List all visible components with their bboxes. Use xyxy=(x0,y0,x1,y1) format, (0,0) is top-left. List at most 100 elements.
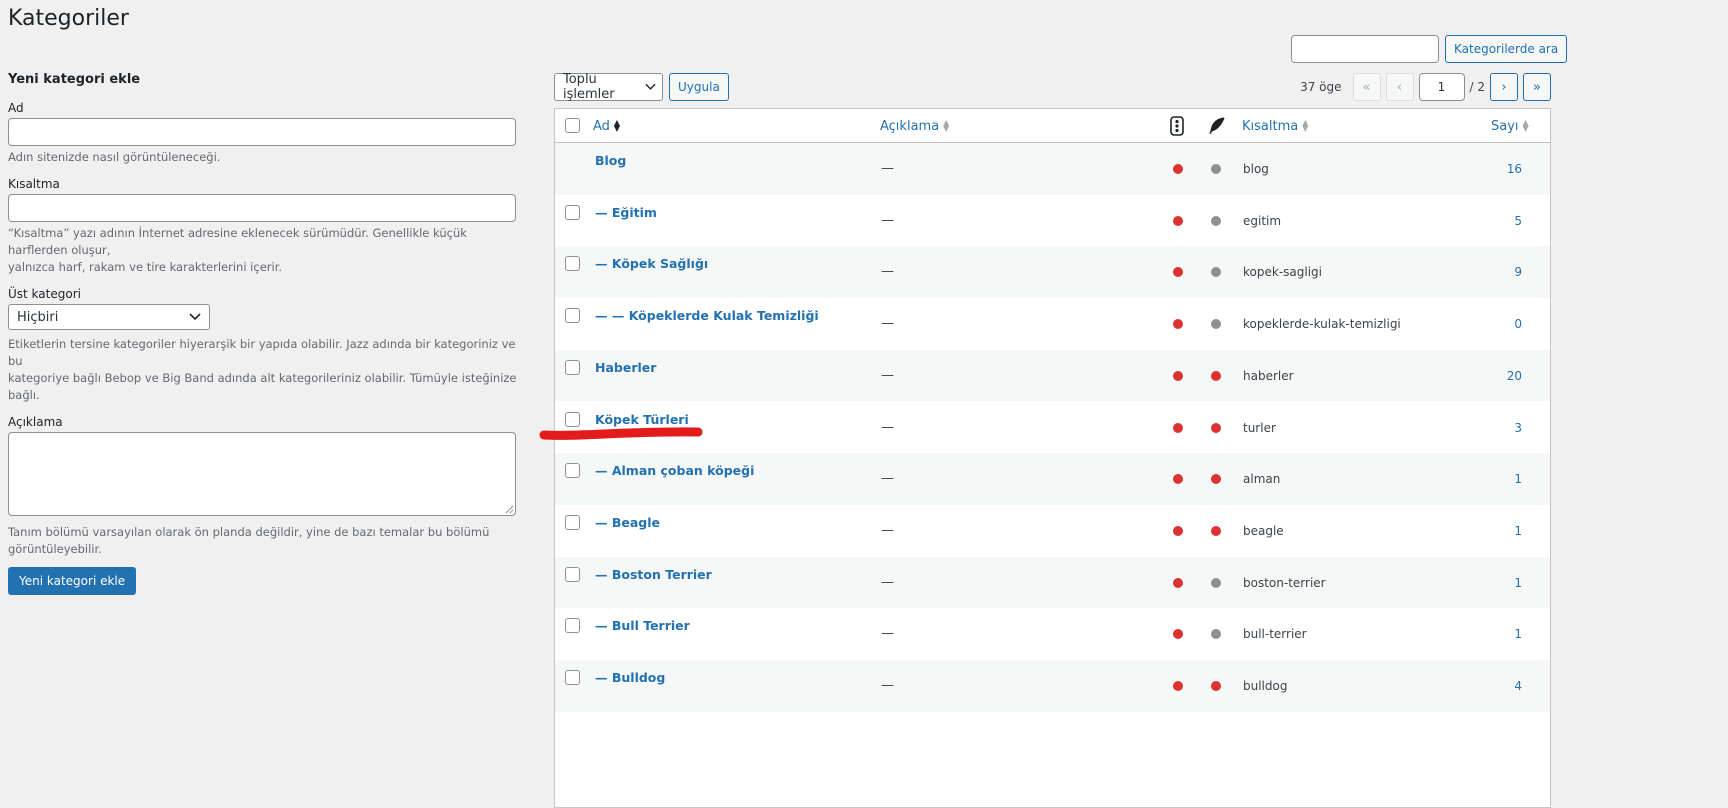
category-description: — xyxy=(881,471,894,487)
status-dot-1 xyxy=(1173,267,1183,278)
status-dot-1 xyxy=(1173,215,1183,226)
category-description: — xyxy=(881,678,894,693)
status-dot-2 xyxy=(1211,577,1221,588)
status-dot-1 xyxy=(1173,577,1183,588)
category-name-link[interactable]: — Bull Terrier xyxy=(595,618,690,633)
status-dot-2 xyxy=(1211,267,1221,278)
category-name-link[interactable]: — Eğitim xyxy=(595,205,657,220)
column-slug[interactable]: Kısaltma ▲ ▼ xyxy=(1242,109,1308,143)
row-checkbox[interactable] xyxy=(565,463,580,479)
name-input[interactable] xyxy=(8,118,516,146)
search-button[interactable]: Kategorilerde ara xyxy=(1445,35,1568,63)
row-checkbox[interactable] xyxy=(565,256,580,272)
table-row: — Bulldog — bulldog 4 xyxy=(555,660,1550,712)
parent-select-value: Hiçbiri xyxy=(17,309,59,325)
category-name-link[interactable]: — — Köpeklerde Kulak Temizliği xyxy=(595,308,819,323)
category-slug: blog xyxy=(1243,162,1269,176)
category-slug: egitim xyxy=(1243,213,1282,228)
column-name-label: Ad xyxy=(593,118,610,134)
category-count-link[interactable]: 5 xyxy=(1514,214,1522,228)
category-description: — xyxy=(881,316,894,332)
row-checkbox[interactable] xyxy=(565,359,580,375)
table-row: — Boston Terrier — boston-terrier 1 xyxy=(555,556,1550,609)
category-count-link[interactable]: 3 xyxy=(1514,421,1522,435)
search-input[interactable] xyxy=(1291,35,1439,63)
status-dot-2 xyxy=(1211,215,1221,226)
table-row: — Bull Terrier — bull-terrier 1 xyxy=(555,608,1550,660)
category-count-link[interactable]: 1 xyxy=(1514,524,1522,538)
category-description: — xyxy=(881,264,894,280)
category-description: — xyxy=(881,161,894,176)
select-all-checkbox[interactable] xyxy=(565,118,580,133)
category-description: — xyxy=(881,367,894,383)
category-count-link[interactable]: 20 xyxy=(1507,369,1522,383)
current-page-input[interactable]: 1 xyxy=(1418,73,1465,101)
resize-grip-icon[interactable] xyxy=(504,504,514,514)
table-row: — — Köpeklerde Kulak Temizliği — kopeklerd… xyxy=(555,298,1550,350)
row-checkbox[interactable] xyxy=(565,566,580,582)
prev-page-button: ‹ xyxy=(1385,73,1414,101)
table-row: Blog — blog 16 xyxy=(555,143,1550,195)
category-description: — xyxy=(881,212,894,228)
column-description-label: Açıklama xyxy=(880,118,940,134)
name-help-text: Adın sitenizde nasıl görüntüleneceği. xyxy=(8,150,221,164)
status-dot-2 xyxy=(1211,629,1221,640)
parent-help-line2: kategoriye bağlı Bebop ve Big Band adınd… xyxy=(8,371,517,402)
slug-help-line1: “Kısaltma” yazı adının İnternet adresine… xyxy=(8,226,467,257)
status-dot-2 xyxy=(1211,681,1221,691)
category-count-link[interactable]: 1 xyxy=(1514,576,1522,590)
slug-help-line2: yalnızca harf, rakam ve tire karakterler… xyxy=(8,260,283,274)
parent-select[interactable]: Hiçbiri xyxy=(8,304,210,330)
category-name-link[interactable]: — Beagle xyxy=(595,515,660,530)
last-page-button[interactable]: » xyxy=(1523,73,1551,101)
apply-button[interactable]: Uygula xyxy=(669,73,729,101)
category-count-link[interactable]: 1 xyxy=(1514,627,1522,641)
chevron-down-icon xyxy=(189,313,201,321)
column-count[interactable]: Sayı ▲ ▼ xyxy=(1491,109,1529,143)
category-name-link[interactable]: Blog xyxy=(595,153,626,168)
category-slug: boston-terrier xyxy=(1243,575,1326,590)
category-name-link[interactable]: Haberler xyxy=(595,360,656,375)
category-slug: turler xyxy=(1243,420,1276,435)
column-name[interactable]: Ad ▲ ▼ xyxy=(593,109,620,143)
column-description[interactable]: Açıklama ▲ ▼ xyxy=(880,109,949,143)
status-dot-2 xyxy=(1211,319,1221,330)
status-dot-1 xyxy=(1173,629,1183,640)
category-name-link[interactable]: — Bulldog xyxy=(595,670,665,685)
add-category-button[interactable]: Yeni kategori ekle xyxy=(8,567,137,595)
category-description: — xyxy=(881,522,894,538)
category-count-link[interactable]: 9 xyxy=(1514,265,1522,279)
category-slug: kopek-sagligi xyxy=(1243,265,1322,280)
bulk-actions-value: Toplu işlemler xyxy=(563,72,615,102)
total-pages: / 2 xyxy=(1469,80,1486,94)
row-checkbox[interactable] xyxy=(565,670,580,685)
categories-table: Ad ▲ ▼ Açıklama ▲ ▼ Kısaltma ▲ ▼ Sayı ▲ … xyxy=(554,108,1551,808)
chevron-down-icon xyxy=(645,83,656,90)
category-count-link[interactable]: 0 xyxy=(1514,317,1522,331)
category-name-link[interactable]: — Boston Terrier xyxy=(595,567,712,582)
category-name-link[interactable]: — Alman çoban köpeği xyxy=(595,463,754,478)
row-checkbox[interactable] xyxy=(565,618,580,634)
name-label: Ad xyxy=(8,101,24,115)
column-slug-label: Kısaltma xyxy=(1242,118,1299,134)
slug-help: “Kısaltma” yazı adının İnternet adresine… xyxy=(8,225,518,276)
table-row: Haberler — haberler 20 xyxy=(555,349,1550,402)
category-description: — xyxy=(881,574,894,590)
category-count-link[interactable]: 1 xyxy=(1514,472,1522,486)
row-checkbox[interactable] xyxy=(565,514,580,530)
category-description: — xyxy=(881,419,894,435)
table-header: Ad ▲ ▼ Açıklama ▲ ▼ Kısaltma ▲ ▼ Sayı ▲ … xyxy=(555,109,1550,143)
next-page-button[interactable]: › xyxy=(1490,73,1518,101)
category-name-link[interactable]: — Köpek Sağlığı xyxy=(595,256,708,271)
sort-arrows-icon: ▲ ▼ xyxy=(943,118,950,133)
row-checkbox[interactable] xyxy=(565,308,580,324)
description-textarea[interactable] xyxy=(8,432,516,516)
row-checkbox[interactable] xyxy=(565,204,580,220)
category-count-link[interactable]: 16 xyxy=(1507,162,1522,176)
bulk-actions-select[interactable]: Toplu işlemler xyxy=(554,72,663,102)
category-slug: haberler xyxy=(1243,368,1294,383)
category-count-link[interactable]: 4 xyxy=(1514,679,1522,693)
category-slug: bulldog xyxy=(1243,679,1288,693)
slug-input[interactable] xyxy=(8,194,516,222)
add-category-form: Yeni kategori ekle Ad Adın sitenizde nas… xyxy=(8,72,518,595)
